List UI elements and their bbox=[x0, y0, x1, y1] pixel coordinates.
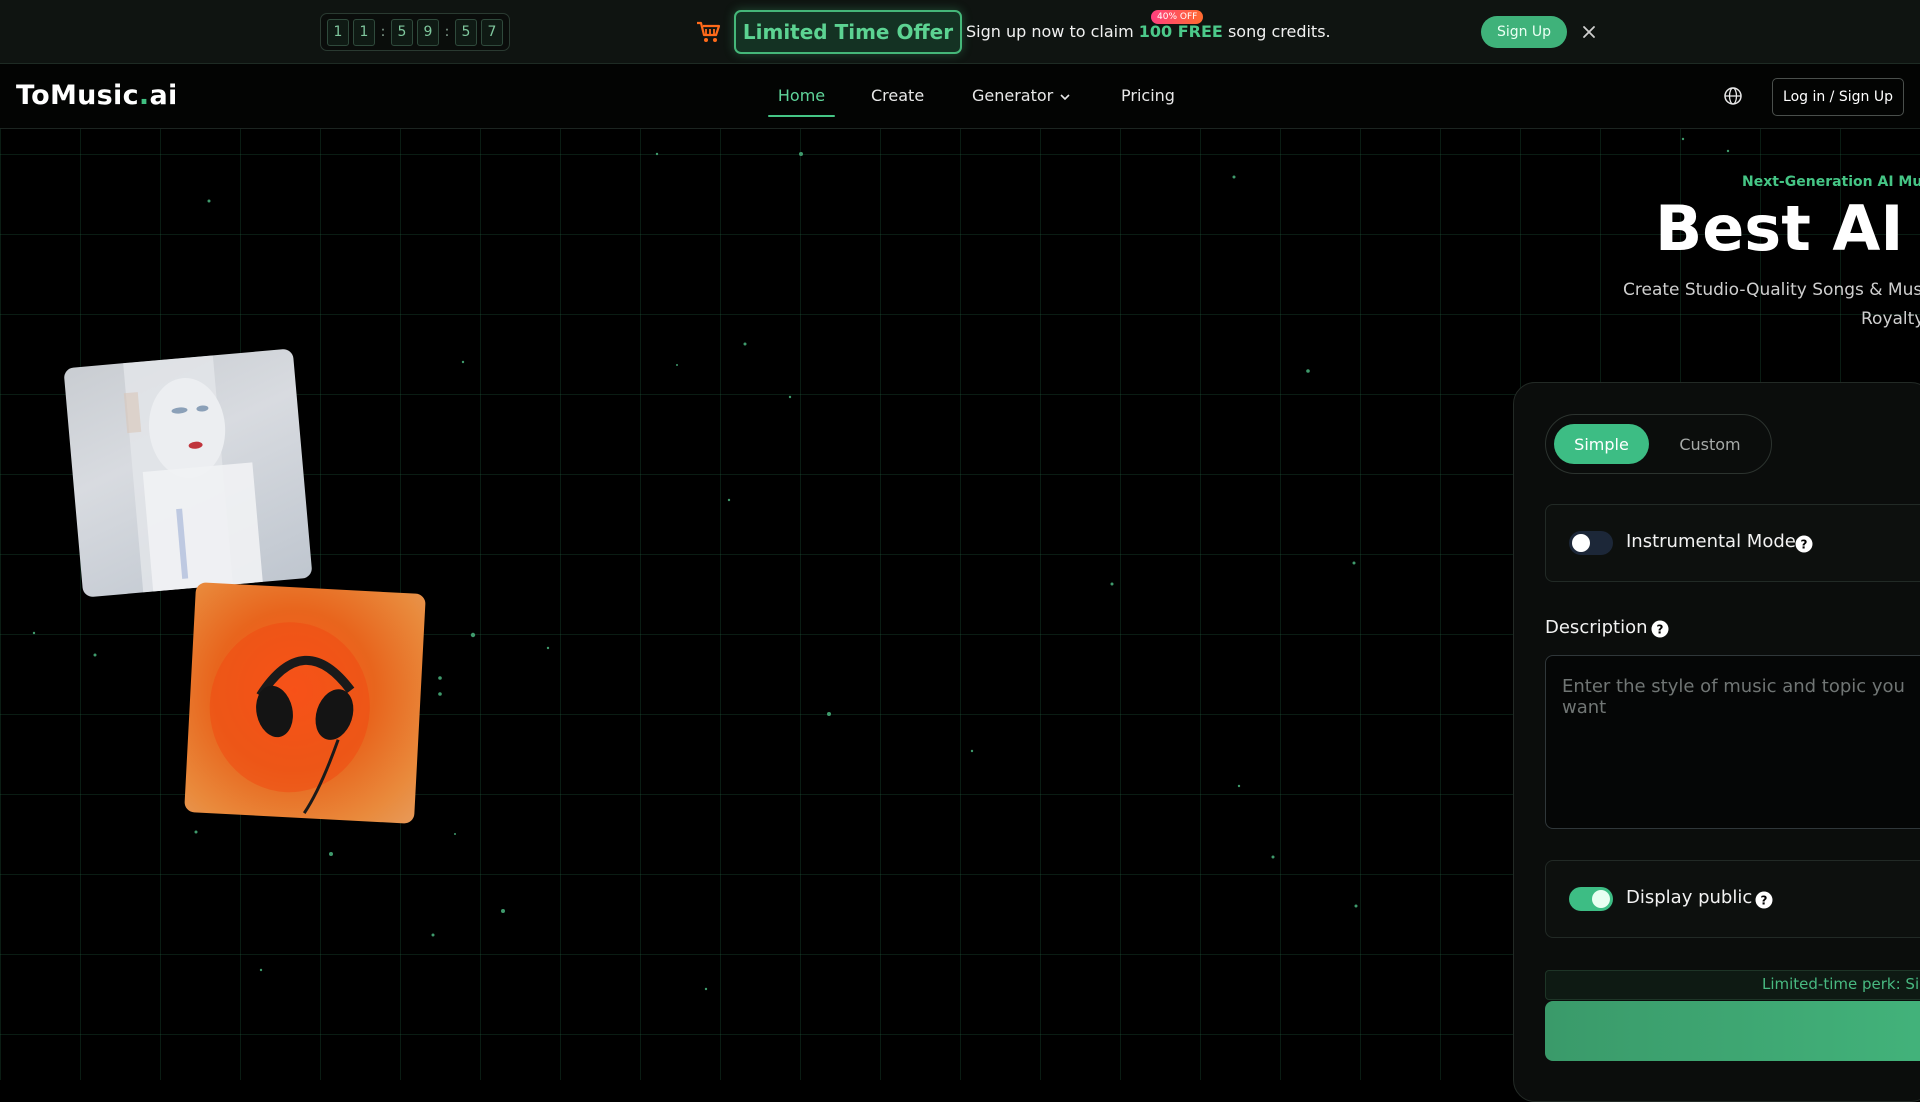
tab-custom[interactable]: Custom bbox=[1665, 424, 1755, 464]
offer-message: Sign up now to claim 100 FREE song credi… bbox=[966, 0, 1331, 64]
help-icon[interactable]: ? bbox=[1651, 620, 1669, 638]
countdown-digit: 9 bbox=[417, 18, 439, 46]
description-input[interactable] bbox=[1545, 655, 1920, 829]
countdown-separator: : bbox=[380, 24, 386, 40]
hero-title-main: Best AI bbox=[1655, 192, 1920, 265]
instrumental-mode-toggle[interactable] bbox=[1569, 531, 1613, 555]
offer-highlight: 100 FREE bbox=[1138, 22, 1223, 41]
svg-text:?: ? bbox=[1761, 894, 1768, 908]
help-icon[interactable]: ? bbox=[1795, 535, 1813, 553]
offer-text-before: Sign up now to claim bbox=[966, 22, 1139, 41]
logo-dot: . bbox=[138, 80, 150, 111]
close-icon[interactable] bbox=[1580, 23, 1598, 41]
countdown-digit: 1 bbox=[353, 18, 375, 46]
countdown-digit: 7 bbox=[481, 18, 503, 46]
login-signup-button[interactable]: Log in / Sign Up bbox=[1772, 78, 1904, 116]
svg-text:?: ? bbox=[1657, 623, 1664, 637]
instrumental-mode-label: Instrumental Mode bbox=[1626, 531, 1796, 552]
generate-button[interactable] bbox=[1545, 1001, 1920, 1061]
tab-simple[interactable]: Simple bbox=[1554, 424, 1649, 464]
limited-offer-badge: Limited Time Offer bbox=[734, 10, 962, 54]
nav-generator-label: Generator bbox=[972, 86, 1054, 105]
hero-title: Best AI M bbox=[1655, 192, 1920, 265]
logo-tld: ai bbox=[149, 80, 178, 111]
display-public-label: Display public bbox=[1626, 887, 1753, 908]
nav-home[interactable]: Home bbox=[768, 64, 835, 128]
portrait-illustration bbox=[123, 355, 263, 593]
countdown-separator: : bbox=[444, 24, 450, 40]
nav-pricing[interactable]: Pricing bbox=[1121, 64, 1175, 128]
promo-banner: 1 1 : 5 9 : 5 7 Limited Time Offer Sign … bbox=[0, 0, 1920, 64]
description-label: Description bbox=[1545, 617, 1648, 638]
hero-eyebrow: Next-Generation AI Music bbox=[1742, 174, 1920, 190]
shopping-cart-icon bbox=[697, 21, 721, 42]
perk-text: Limited-time perk: Sign bbox=[1762, 975, 1920, 993]
pricing-discount-badge: 40% OFF bbox=[1151, 10, 1204, 24]
hero-subtitle: Create Studio-Quality Songs & Mus bbox=[1623, 280, 1920, 300]
nav-create[interactable]: Create bbox=[871, 64, 924, 128]
countdown-digit: 5 bbox=[391, 18, 413, 46]
cover-art-portrait bbox=[63, 348, 313, 598]
svg-text:?: ? bbox=[1801, 538, 1808, 552]
countdown-digit: 5 bbox=[455, 18, 477, 46]
cover-art-headphones bbox=[184, 582, 426, 824]
chevron-down-icon bbox=[1060, 93, 1070, 100]
logo[interactable]: ToMusic.ai bbox=[16, 80, 178, 111]
promo-signup-button[interactable]: Sign Up bbox=[1481, 16, 1567, 48]
countdown-timer: 1 1 : 5 9 : 5 7 bbox=[320, 13, 510, 51]
top-navigation: ToMusic.ai Home Create Generator Pricing bbox=[0, 64, 1920, 129]
countdown-digit: 1 bbox=[327, 18, 349, 46]
offer-text-after: song credits. bbox=[1222, 22, 1331, 41]
logo-main: ToMusic bbox=[16, 80, 139, 111]
headphones-icon bbox=[209, 622, 370, 814]
hero-subtitle-line2: Royalty bbox=[1861, 309, 1920, 329]
globe-icon[interactable] bbox=[1723, 86, 1743, 106]
help-icon[interactable]: ? bbox=[1755, 891, 1773, 909]
display-public-toggle[interactable] bbox=[1569, 887, 1613, 911]
nav-generator[interactable]: Generator bbox=[972, 64, 1071, 128]
